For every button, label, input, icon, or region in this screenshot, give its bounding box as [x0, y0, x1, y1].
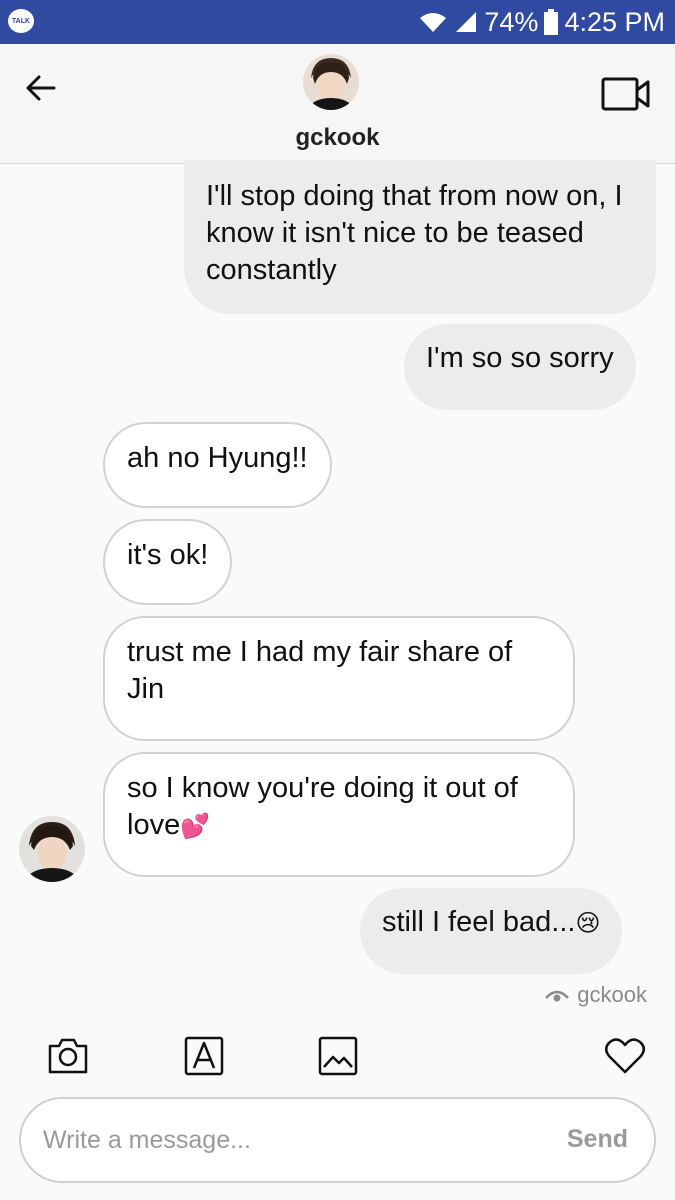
- gallery-button[interactable]: [316, 1034, 360, 1078]
- header-username[interactable]: gckook: [0, 124, 675, 152]
- seen-indicator: gckook: [545, 982, 647, 1008]
- wifi-icon: [420, 13, 447, 32]
- text-format-button[interactable]: [182, 1034, 226, 1078]
- avatar-image: [303, 54, 359, 110]
- camera-button[interactable]: [46, 1034, 90, 1078]
- message-incoming[interactable]: ah no Hyung!!: [103, 422, 332, 508]
- message-incoming[interactable]: so I know you're doing it out of love💕: [103, 752, 575, 877]
- text-format-icon: [184, 1036, 224, 1076]
- message-text: ah no Hyung!!: [127, 442, 308, 474]
- like-button[interactable]: [603, 1034, 647, 1078]
- video-camera-icon: [601, 77, 650, 111]
- message-text: still I feel bad...: [382, 906, 576, 938]
- seen-by-username: gckook: [577, 982, 647, 1007]
- message-outgoing[interactable]: I'll stop doing that from now on, I know…: [184, 160, 656, 314]
- back-button[interactable]: [22, 68, 62, 108]
- message-composer: Send: [19, 1097, 656, 1183]
- message-text: I'm so so sorry: [426, 342, 614, 374]
- message-text: it's ok!: [127, 539, 209, 571]
- status-bar: TALK 74% 4:25 PM: [0, 0, 675, 44]
- avatar-image: [19, 816, 85, 882]
- message-text: trust me I had my fair share of Jin: [127, 636, 513, 705]
- battery-percent: 74%: [484, 6, 539, 37]
- talk-app-icon: TALK: [8, 9, 34, 33]
- heart-icon: [605, 1038, 645, 1074]
- message-incoming[interactable]: trust me I had my fair share of Jin: [103, 616, 575, 741]
- talk-app-label: TALK: [11, 17, 31, 25]
- crying-face-emoji: 😢: [575, 910, 601, 937]
- video-call-button[interactable]: [600, 76, 652, 112]
- header-avatar[interactable]: [303, 54, 359, 110]
- two-hearts-emoji: 💕: [180, 813, 211, 840]
- eye-icon: [545, 990, 570, 1002]
- sender-avatar[interactable]: [19, 816, 85, 882]
- arrow-left-icon: [26, 75, 56, 101]
- send-button[interactable]: Send: [567, 1125, 628, 1154]
- gallery-icon: [318, 1036, 358, 1076]
- camera-icon: [48, 1038, 88, 1074]
- message-outgoing[interactable]: I'm so so sorry: [404, 324, 636, 410]
- message-input[interactable]: [43, 1099, 523, 1181]
- signal-icon: [456, 12, 477, 32]
- battery-icon: [544, 9, 559, 35]
- message-text: I'll stop doing that from now on, I know…: [206, 180, 623, 286]
- status-time: 4:25 PM: [564, 6, 665, 37]
- status-indicators: 74% 4:25 PM: [418, 0, 665, 44]
- message-outgoing[interactable]: still I feel bad...😢: [360, 888, 623, 974]
- chat-header: gckook: [0, 44, 675, 164]
- message-incoming[interactable]: it's ok!: [103, 519, 233, 605]
